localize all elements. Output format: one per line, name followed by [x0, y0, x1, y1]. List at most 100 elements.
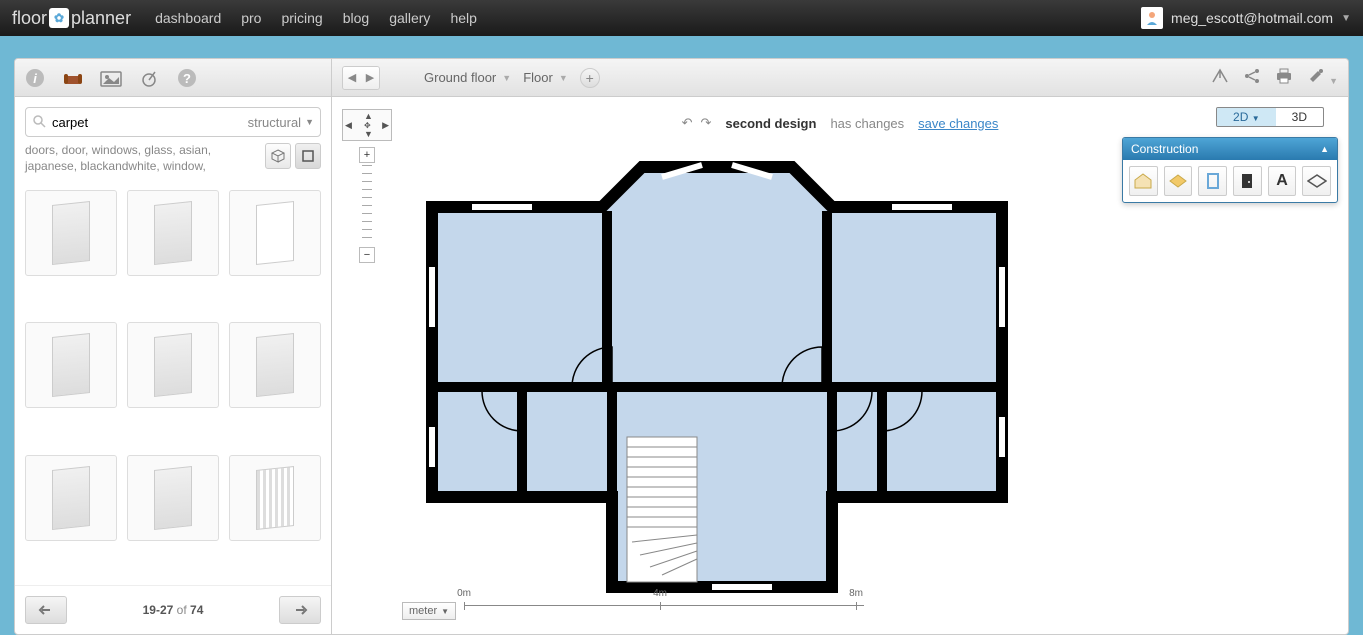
canvas-right-tools: ▼ [1211, 68, 1338, 87]
info-icon[interactable]: i [23, 66, 47, 90]
share-icon[interactable] [1243, 68, 1261, 87]
search-row: structural ▼ [15, 97, 331, 141]
pager: 19-27 of 74 [15, 585, 331, 634]
nav-gallery[interactable]: gallery [389, 10, 430, 26]
pan-down-icon[interactable]: ▼ [364, 129, 373, 139]
nav-pricing[interactable]: pricing [281, 10, 322, 26]
zoom-track[interactable] [362, 165, 372, 245]
save-changes-link[interactable]: save changes [918, 116, 998, 131]
canvas-area: ◀ ▶ Ground floor ▼ Floor ▼ + ▼ [332, 58, 1349, 635]
measure-icon[interactable] [137, 66, 161, 90]
search-icon [32, 114, 46, 131]
pan-center-icon[interactable]: ✥ [364, 121, 371, 130]
view-3d-button[interactable] [265, 143, 291, 169]
floor-selector-2-label: Floor [523, 70, 553, 85]
export-icon[interactable] [1211, 68, 1229, 87]
photo-icon[interactable] [99, 66, 123, 90]
pan-up-icon[interactable]: ▲ [364, 111, 373, 121]
pan-left-icon[interactable]: ◀ [345, 120, 352, 131]
floor-selector-1-label: Ground floor [424, 70, 496, 85]
chevron-down-icon: ▼ [559, 73, 568, 83]
logo-icon: ✿ [49, 8, 69, 28]
add-floor-button[interactable]: + [580, 68, 600, 88]
floor-selector-2[interactable]: Floor ▼ [523, 70, 568, 85]
workspace: i ? structural ▼ doors, door, windows, g… [0, 36, 1363, 635]
canvas-toolbar: ◀ ▶ Ground floor ▼ Floor ▼ + ▼ [332, 59, 1348, 97]
svg-text:i: i [33, 71, 37, 86]
chevron-down-icon: ▼ [305, 117, 314, 127]
collapse-icon[interactable]: ▲ [1320, 144, 1329, 154]
wall-tool-icon[interactable] [1198, 166, 1227, 196]
ruler-label-1: 4m [653, 588, 667, 599]
nav-blog[interactable]: blog [343, 10, 369, 26]
ruler-label-0: 0m [457, 588, 471, 599]
view-toggles [265, 143, 321, 169]
help-icon[interactable]: ? [175, 66, 199, 90]
navigation-controls: ▲ ▼ ◀ ▶ ✥ + − [342, 109, 392, 263]
pager-total: 74 [190, 603, 203, 617]
undo-redo: ↶ ↷ [682, 115, 712, 131]
pager-text: 19-27 of 74 [143, 603, 204, 617]
main-nav: dashboard pro pricing blog gallery help [155, 10, 477, 26]
library-item[interactable] [127, 322, 219, 408]
unit-selector[interactable]: meter ▼ [402, 602, 456, 620]
view-2d-tab[interactable]: 2D ▼ [1217, 108, 1276, 126]
svg-text:?: ? [183, 71, 191, 86]
surface-tool-icon[interactable] [1302, 166, 1331, 196]
avatar-icon [1141, 7, 1163, 29]
canvas-body[interactable]: ▲ ▼ ◀ ▶ ✥ + − ↶ ↷ [332, 97, 1348, 634]
zoom-out-button[interactable]: − [359, 247, 375, 263]
search-input[interactable] [52, 115, 242, 130]
armchair-icon[interactable] [61, 66, 85, 90]
floor-selector-1[interactable]: Ground floor ▼ [424, 70, 511, 85]
construction-panel-title: Construction [1131, 142, 1198, 156]
room-tool-icon[interactable] [1129, 166, 1158, 196]
door-tool-icon[interactable] [1233, 166, 1262, 196]
chevron-right-icon: ▶ [361, 67, 379, 89]
text-tool-icon[interactable]: A [1268, 166, 1297, 196]
zoom-in-button[interactable]: + [359, 147, 375, 163]
pager-next-button[interactable] [279, 596, 321, 624]
library-item[interactable] [25, 190, 117, 276]
library-item[interactable] [25, 322, 117, 408]
view-mode-toggle[interactable]: 2D ▼ 3D [1216, 107, 1324, 127]
construction-panel: Construction ▲ A [1122, 137, 1338, 203]
nav-help[interactable]: help [450, 10, 476, 26]
chevron-left-icon: ◀ [343, 67, 361, 89]
chevron-down-icon: ▼ [441, 607, 449, 616]
library-item[interactable] [127, 190, 219, 276]
floorplan-canvas[interactable] [412, 147, 1032, 607]
logo[interactable]: floor ✿ planner [12, 8, 131, 29]
ruler-label-2: 8m [849, 588, 863, 599]
changes-text: has changes [830, 116, 904, 131]
view-3d-tab[interactable]: 3D [1276, 108, 1323, 126]
pan-right-icon[interactable]: ▶ [382, 120, 389, 131]
library-item[interactable] [229, 322, 321, 408]
nav-dashboard[interactable]: dashboard [155, 10, 221, 26]
pager-prev-button[interactable] [25, 596, 67, 624]
zoom-slider[interactable]: + − [359, 147, 375, 263]
construction-panel-header[interactable]: Construction ▲ [1123, 138, 1337, 160]
pan-dpad[interactable]: ▲ ▼ ◀ ▶ ✥ [342, 109, 392, 141]
panel-collapse-button[interactable]: ◀ ▶ [342, 66, 380, 90]
search-category-label: structural [248, 115, 301, 130]
nav-pro[interactable]: pro [241, 10, 261, 26]
library-item[interactable] [127, 455, 219, 541]
user-email: meg_escott@hotmail.com [1171, 10, 1333, 26]
view-2d-button[interactable] [295, 143, 321, 169]
pager-range: 19-27 [143, 603, 174, 617]
floor-tool-icon[interactable] [1164, 166, 1193, 196]
tags-row: doors, door, windows, glass, asian, japa… [15, 141, 331, 182]
library-item[interactable] [229, 455, 321, 541]
search-category-dropdown[interactable]: structural ▼ [248, 115, 314, 130]
library-item[interactable] [25, 455, 117, 541]
user-menu[interactable]: meg_escott@hotmail.com ▼ [1141, 7, 1351, 29]
library-item[interactable] [229, 190, 321, 276]
unit-label: meter [409, 605, 437, 617]
top-header: floor ✿ planner dashboard pro pricing bl… [0, 0, 1363, 36]
redo-icon[interactable]: ↷ [701, 115, 712, 131]
undo-icon[interactable]: ↶ [682, 115, 693, 131]
ruler: meter ▼ 0m 4m 8m [402, 602, 864, 620]
settings-icon[interactable]: ▼ [1307, 68, 1338, 87]
print-icon[interactable] [1275, 68, 1293, 87]
